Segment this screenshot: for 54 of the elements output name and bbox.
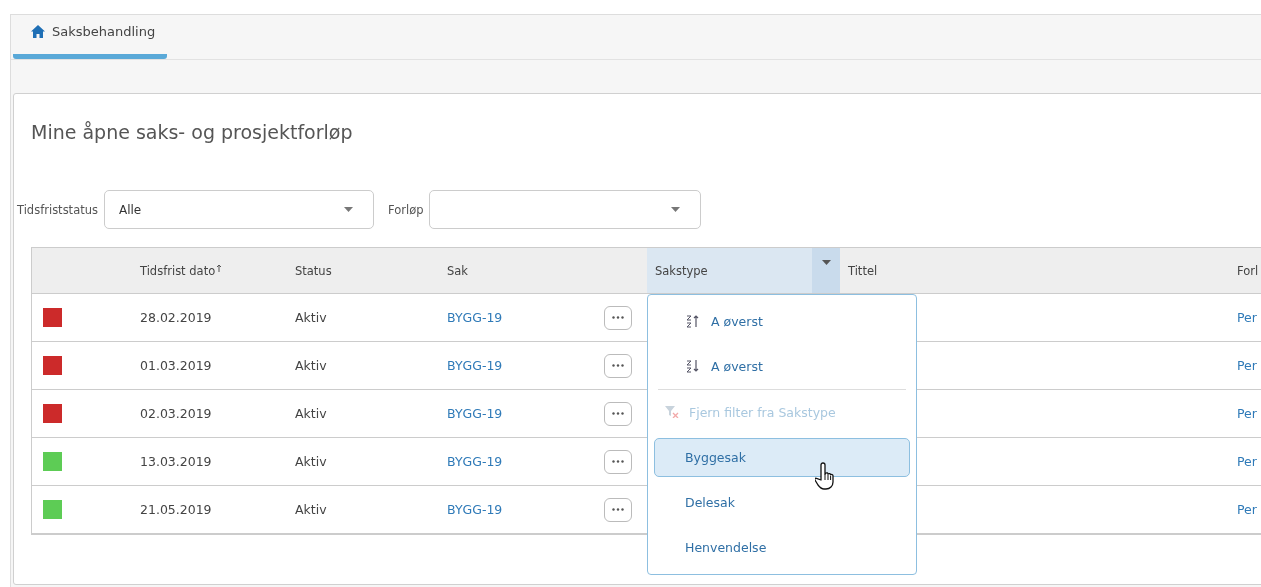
case-link[interactable]: BYGG-19 <box>439 358 597 373</box>
more-button[interactable] <box>604 353 632 378</box>
table-link[interactable]: Per <box>1229 358 1261 373</box>
menu-option[interactable]: Henvendelse <box>654 525 910 571</box>
ellipsis-icon <box>612 316 624 319</box>
ellipsis-icon <box>612 460 624 463</box>
column-header[interactable]: Tittel <box>840 248 1229 293</box>
more-button[interactable] <box>604 449 632 474</box>
table-cell-text: Aktiv <box>294 406 328 421</box>
column-header[interactable]: Status <box>287 248 439 293</box>
column-header[interactable]: Sakstype <box>647 248 840 293</box>
tab[interactable]: Saksbehandling <box>13 18 168 59</box>
more-button[interactable] <box>604 305 632 330</box>
table-cell-text: 02.03.2019 <box>139 406 213 421</box>
filter-dropdown[interactable] <box>429 190 702 229</box>
filter-dropdown[interactable]: Alle <box>103 190 374 229</box>
table-cell-text: Aktiv <box>294 454 328 469</box>
table-cell-text: Aktiv <box>294 358 328 373</box>
ellipsis-icon <box>612 508 624 511</box>
clear-filter-icon <box>665 406 679 419</box>
home-icon <box>31 24 45 38</box>
table-link[interactable]: Per <box>1229 310 1261 325</box>
table-cell-text: 21.05.2019 <box>139 502 213 517</box>
filter-label: Tidsfriststatus <box>17 202 98 217</box>
case-link[interactable]: BYGG-19 <box>439 406 597 421</box>
table-link[interactable]: Per <box>1229 502 1261 517</box>
table-link[interactable]: Per <box>1229 454 1261 469</box>
table-link[interactable]: Per <box>1229 406 1261 421</box>
menu-option[interactable]: Delesak <box>654 480 910 526</box>
ellipsis-icon <box>612 364 624 367</box>
caret-icon <box>343 207 353 212</box>
case-link[interactable]: BYGG-19 <box>439 502 597 517</box>
sort-descending-icon <box>685 359 701 374</box>
menu-item[interactable]: A øverst <box>654 344 910 389</box>
case-link[interactable]: BYGG-19 <box>439 454 597 469</box>
caret-icon <box>821 260 831 265</box>
ellipsis-icon <box>612 412 624 415</box>
more-button[interactable] <box>604 497 632 522</box>
more-button[interactable] <box>604 401 632 426</box>
column-header[interactable]: Tidsfrist dato <box>132 248 287 293</box>
filter-label: Forløp <box>387 202 424 217</box>
sort-arrow-icon <box>216 263 223 272</box>
table-cell-text: 13.03.2019 <box>139 454 213 469</box>
table-cell-text: 01.03.2019 <box>139 358 213 373</box>
case-link[interactable]: BYGG-19 <box>439 310 597 325</box>
table-cell-text: 28.02.2019 <box>139 310 213 325</box>
table-cell-text: Aktiv <box>294 310 328 325</box>
column-header[interactable]: Forl <box>1229 248 1261 293</box>
sort-ascending-icon <box>685 314 701 329</box>
caret-icon <box>671 207 681 212</box>
column-header[interactable]: Sak <box>439 248 597 293</box>
menu-item[interactable]: A øverst <box>654 299 910 344</box>
panel-title: Mine åpne saks- og prosjektforløp <box>31 121 354 143</box>
table-cell-text: Aktiv <box>294 502 328 517</box>
